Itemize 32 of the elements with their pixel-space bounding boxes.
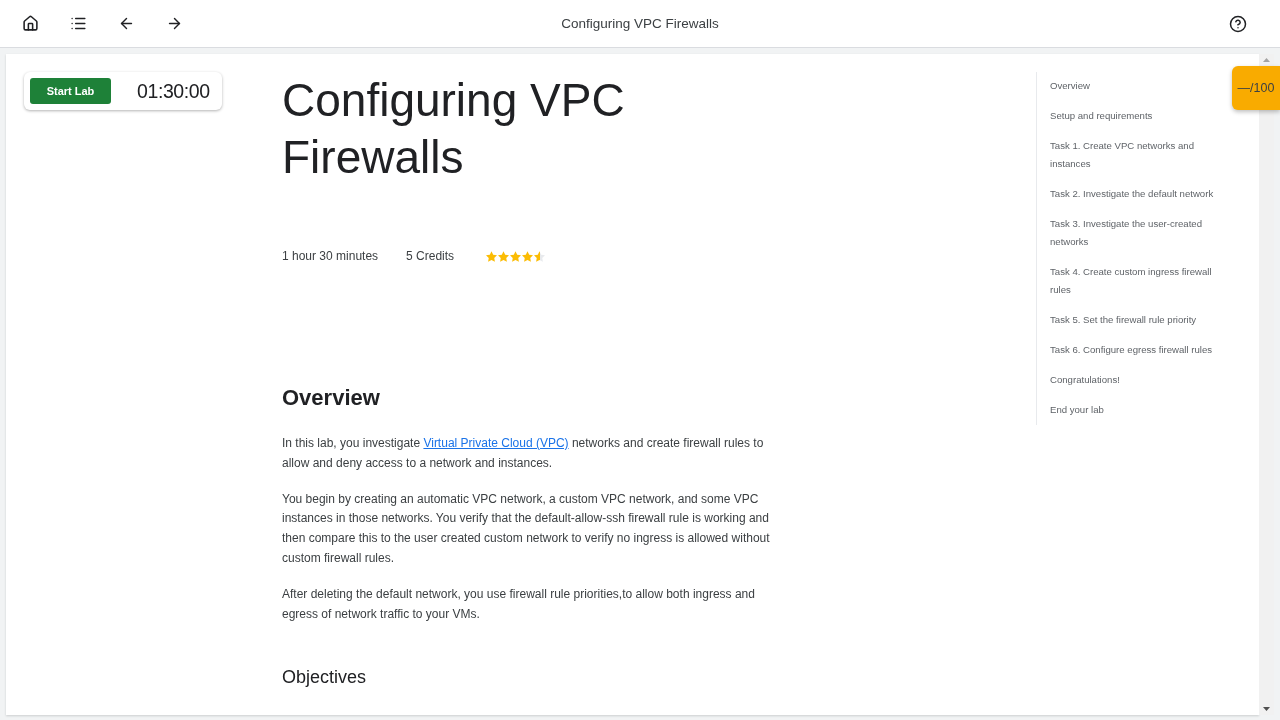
toc-link[interactable]: Task 2. Investigate the default network: [1050, 185, 1228, 203]
lab-timer: 01:30:00: [137, 79, 210, 103]
toc-link[interactable]: Task 1. Create VPC networks and instances: [1050, 137, 1228, 173]
paragraph: After deleting the default network, you use firewall rule priorities,to allow both ingress and egress of network traffic to your VMs.: [282, 585, 756, 623]
lab-duration: 1 hour 30 minutes: [282, 248, 379, 264]
list-icon[interactable]: [69, 15, 87, 32]
inline-link[interactable]: Virtual Private Cloud (VPC): [423, 436, 569, 450]
star-icon: [534, 250, 546, 262]
toc-link[interactable]: End your lab: [1050, 401, 1228, 419]
toc-link[interactable]: Task 6. Configure egress firewall rules: [1050, 341, 1228, 359]
star-icon: [522, 250, 534, 262]
section-heading: Objectives: [282, 666, 367, 690]
star-icon: [486, 250, 498, 262]
lab-credits: 5 Credits: [406, 248, 455, 264]
paragraph: In this lab, you investigate Virtual Private Cloud (VPC) networks and create firewall rules to allow and deny access to a network and instances.: [282, 435, 765, 472]
start-lab-button[interactable]: Start Lab: [30, 78, 111, 104]
toc-link[interactable]: Task 5. Set the firewall rule priority: [1050, 311, 1228, 329]
page-title: Configuring VPC Firewalls: [561, 16, 719, 31]
home-icon[interactable]: [21, 15, 39, 32]
paragraph: You begin by creating an automatic VPC network, a custom VPC network, and some VPC instances in those networks. You verify that the default-allow-ssh firewall rule is working and then compare this to the user created custom network to verify no ingress is allowed without custom firewall rules.: [282, 490, 771, 567]
toc-link[interactable]: Congratulations!: [1050, 371, 1228, 389]
star-icon: [510, 250, 522, 262]
section-heading: Overview: [282, 384, 380, 412]
toc-link[interactable]: Task 4. Create custom ingress firewall rules: [1050, 263, 1228, 299]
scroll-down-icon[interactable]: [1263, 707, 1270, 711]
star-icon: [498, 250, 510, 262]
toc-link[interactable]: Setup and requirements: [1050, 107, 1228, 125]
help-icon[interactable]: [1229, 14, 1247, 33]
toc-link[interactable]: Task 3. Investigate the user-created networks: [1050, 215, 1228, 251]
toc-link[interactable]: Overview: [1050, 77, 1228, 95]
lab-title: Configuring VPC Firewalls: [282, 73, 626, 185]
score-badge: —/100: [1232, 66, 1280, 110]
